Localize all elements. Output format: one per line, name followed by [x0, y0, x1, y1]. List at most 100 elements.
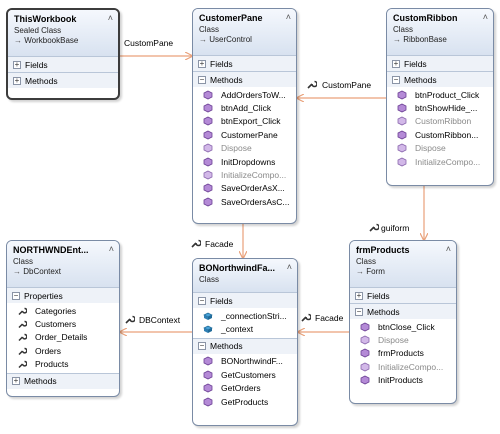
property-item[interactable]: Products [7, 358, 119, 371]
property-list: Categories Customers Order_Details Order… [7, 303, 119, 373]
collapse-chevron-icon[interactable]: ˄ [108, 13, 113, 23]
protected-method-icon [360, 335, 370, 345]
class-kind: Class [199, 25, 220, 34]
class-bonorthwind-facade[interactable]: BONorthwindFa... Class ˄ − Fields _connec… [192, 258, 298, 426]
expand-toggle-icon[interactable]: + [13, 76, 21, 85]
class-customerpane[interactable]: CustomerPane Class → UserControl ˄ + Fiel… [192, 8, 297, 224]
collapse-chevron-icon[interactable]: ˄ [286, 12, 291, 22]
method-item[interactable]: CustomerPane [193, 128, 296, 141]
class-northwnd-entities[interactable]: NORTHWNDEnt... Class → DbContext ˄ − Prop… [6, 240, 120, 397]
private-field-icon [203, 325, 213, 334]
method-item[interactable]: Dispose [350, 333, 456, 346]
method-item[interactable]: SaveOrdersAsC... [193, 195, 296, 208]
field-item[interactable]: _context [193, 322, 297, 335]
method-item[interactable]: InitDropdowns [193, 155, 296, 168]
method-item[interactable]: InitProducts [350, 374, 456, 387]
section-methods[interactable]: − Methods [350, 303, 456, 319]
method-icon [203, 90, 213, 100]
collapse-toggle-icon[interactable]: − [355, 307, 363, 316]
collapse-toggle-icon[interactable]: − [392, 75, 400, 84]
section-fields[interactable]: − Fields [193, 292, 297, 308]
method-list: BONorthwindF... GetCustomers GetOrders G… [193, 353, 297, 411]
private-method-icon [397, 157, 407, 167]
class-kind: Class [13, 257, 34, 266]
method-icon [203, 103, 213, 113]
method-list: btnClose_Click Dispose frmProducts Initi… [350, 319, 456, 389]
method-icon [360, 322, 370, 332]
protected-method-icon [203, 143, 213, 153]
class-header: CustomerPane Class → UserControl ˄ [193, 9, 296, 55]
section-methods[interactable]: − Methods [193, 337, 297, 354]
method-item[interactable]: InitializeCompo... [350, 360, 456, 373]
class-thisworkbook[interactable]: ThisWorkbook Sealed Class → WorkbookBase… [6, 8, 120, 100]
collapse-toggle-icon[interactable]: − [12, 291, 20, 300]
class-name: CustomerPane [199, 13, 263, 23]
collapse-chevron-icon[interactable]: ˄ [446, 244, 451, 254]
expand-toggle-icon[interactable]: + [392, 59, 400, 68]
class-kind: Sealed Class [14, 26, 62, 35]
method-icon [203, 157, 213, 167]
method-item[interactable]: CustomRibbon [387, 115, 493, 128]
property-wrench-icon [18, 347, 27, 355]
section-fields[interactable]: + Fields [387, 55, 493, 71]
wrench-icon [191, 239, 201, 248]
collapse-chevron-icon[interactable]: ˄ [483, 12, 488, 22]
method-item[interactable]: frmProducts [350, 347, 456, 360]
method-item[interactable]: GetCustomers [193, 368, 297, 381]
property-item[interactable]: Categories [7, 304, 119, 317]
class-header: BONorthwindFa... Class ˄ [193, 259, 297, 292]
method-item[interactable]: GetProducts [193, 395, 297, 408]
method-item[interactable]: btnAdd_Click [193, 101, 296, 114]
collapse-toggle-icon[interactable]: − [198, 296, 206, 305]
collapse-chevron-icon[interactable]: ˄ [287, 262, 292, 272]
method-item[interactable]: AddOrdersToW... [193, 88, 296, 101]
method-item[interactable]: BONorthwindF... [193, 355, 297, 368]
expand-toggle-icon[interactable]: + [12, 377, 20, 386]
method-icon [203, 357, 213, 366]
section-fields[interactable]: + Fields [350, 287, 456, 303]
expand-toggle-icon[interactable]: + [198, 59, 206, 68]
method-item[interactable]: InitializeCompo... [387, 155, 493, 168]
class-customribbon[interactable]: CustomRibbon Class → RibbonBase ˄ + Field… [386, 8, 494, 186]
class-frmproducts[interactable]: frmProducts Class → Form ˄ + Fields − Meth… [349, 240, 457, 404]
private-method-icon [360, 362, 370, 372]
property-item[interactable]: Customers [7, 317, 119, 330]
collapse-toggle-icon[interactable]: − [198, 75, 206, 84]
collapse-chevron-icon[interactable]: ˄ [109, 244, 114, 254]
method-item[interactable]: btnProduct_Click [387, 88, 493, 101]
section-methods[interactable]: + Methods [8, 72, 118, 88]
section-properties[interactable]: − Properties [7, 287, 119, 303]
association-label-facade-2: Facade [315, 313, 344, 323]
method-item[interactable]: Dispose [387, 142, 493, 155]
method-item[interactable]: btnClose_Click [350, 320, 456, 333]
protected-method-icon [397, 143, 407, 153]
class-base: → Form [356, 267, 385, 276]
section-fields[interactable]: + Fields [8, 56, 118, 72]
class-kind: Class [393, 25, 414, 34]
method-item[interactable]: btnExport_Click [193, 115, 296, 128]
method-item[interactable]: SaveOrderAsX... [193, 182, 296, 195]
method-item[interactable]: btnShowHide_... [387, 101, 493, 114]
expand-toggle-icon[interactable]: + [355, 291, 363, 300]
method-icon [397, 90, 407, 100]
section-methods[interactable]: − Methods [387, 71, 493, 87]
expand-toggle-icon[interactable]: + [13, 60, 21, 69]
method-item[interactable]: CustomRibbon... [387, 128, 493, 141]
property-item[interactable]: Orders [7, 344, 119, 357]
method-icon [203, 397, 213, 407]
section-methods[interactable]: + Methods [7, 372, 119, 389]
private-method-icon [203, 170, 213, 180]
inherits-arrow-icon: → [393, 35, 404, 44]
method-item[interactable]: GetOrders [193, 382, 297, 395]
method-item[interactable]: InitializeCompo... [193, 168, 296, 181]
method-icon [397, 103, 407, 113]
property-item[interactable]: Order_Details [7, 331, 119, 344]
section-fields[interactable]: + Fields [193, 55, 296, 71]
collapse-toggle-icon[interactable]: − [198, 342, 206, 351]
field-item[interactable]: _connectionStri... [193, 309, 297, 322]
wrench-icon [369, 223, 379, 232]
inherits-arrow-icon: → [14, 36, 25, 45]
method-item[interactable]: Dispose [193, 142, 296, 155]
section-methods[interactable]: − Methods [193, 71, 296, 87]
association-label-custompane-1: CustomPane [124, 38, 174, 48]
